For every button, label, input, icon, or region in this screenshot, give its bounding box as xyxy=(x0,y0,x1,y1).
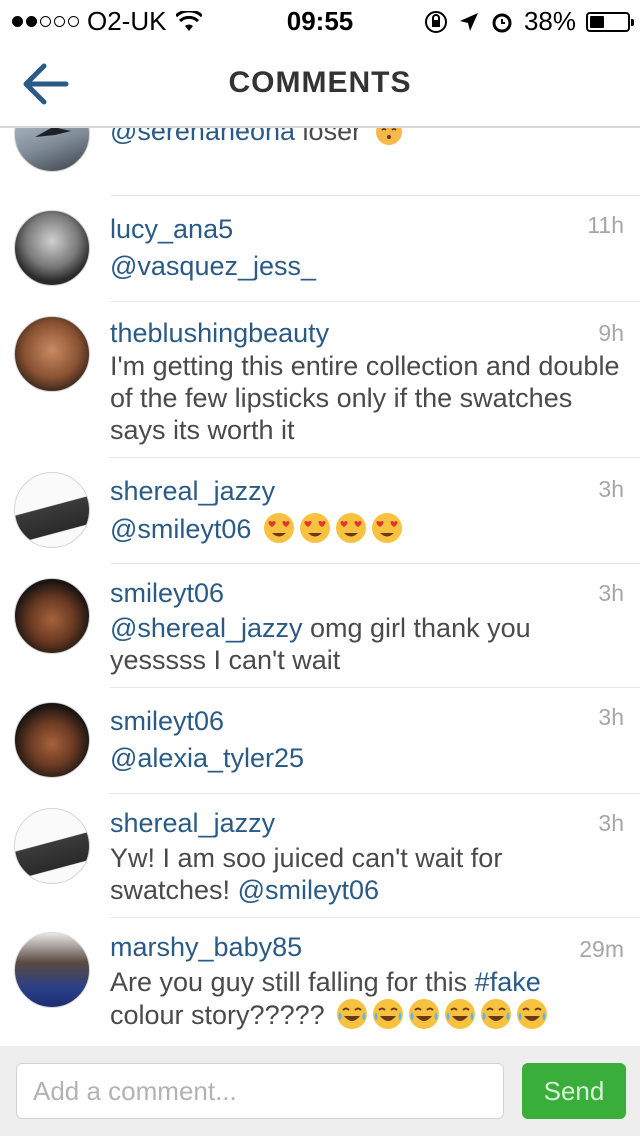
comment-username[interactable]: smileyt06 xyxy=(110,706,224,737)
comment-text: @smileyt06 xyxy=(110,512,620,545)
comment-row: theblushingbeauty 9h I'm getting this en… xyxy=(0,302,640,458)
heart-eyes-emoji-icon xyxy=(371,513,402,543)
hashtag-link[interactable]: #fake xyxy=(475,967,541,997)
mention-link[interactable]: @vasquez_jess_ xyxy=(110,251,316,281)
mention-link[interactable]: @shereal_jazzy xyxy=(110,613,303,643)
comment-row: smileyt06 3h @shereal_jazzy omg girl tha… xyxy=(0,564,640,688)
avatar[interactable] xyxy=(14,128,90,172)
comment-time: 3h xyxy=(598,580,624,606)
comment-text-segment: loser xyxy=(295,128,369,146)
heart-eyes-emoji-icon xyxy=(263,513,294,543)
status-bar: O2-UK 09:55 38% xyxy=(0,0,640,40)
avatar[interactable] xyxy=(14,316,90,392)
avatar[interactable] xyxy=(14,472,90,548)
comment-text: @shereal_jazzy omg girl thank you yessss… xyxy=(110,612,620,676)
rotation-lock-icon xyxy=(424,10,447,33)
comment-username[interactable]: lucy_ana5 xyxy=(110,214,233,245)
tears-of-joy-emoji-icon xyxy=(481,999,512,1029)
comment-text-segment: Are you guy still falling for this xyxy=(110,967,475,997)
comment-row: smileyt06 3h @alexia_tyler25 xyxy=(0,688,640,794)
avatar[interactable] xyxy=(14,578,90,654)
comment-time: 3h xyxy=(598,476,624,502)
comment-time: 3h xyxy=(598,810,624,836)
battery-icon xyxy=(586,11,634,32)
comment-username[interactable]: marshy_baby85 xyxy=(110,932,302,963)
mention-link[interactable]: @alexia_tyler25 xyxy=(110,743,304,773)
tears-of-joy-emoji-icon xyxy=(409,999,440,1029)
avatar[interactable] xyxy=(14,210,90,286)
comment-composer: Send xyxy=(0,1046,640,1136)
tears-of-joy-emoji-icon xyxy=(517,999,548,1029)
comment-time: 11h xyxy=(587,212,624,238)
comment-row: shereal_jazzy 3h Yw! I am soo juiced can… xyxy=(0,794,640,918)
comment-text: @serenaneona loser xyxy=(110,128,620,147)
comment-row: naturesbeauties @serenaneona loser xyxy=(0,128,640,196)
status-icons: 38% xyxy=(424,6,634,37)
mention-link[interactable]: @smileyt06 xyxy=(238,875,379,905)
comment-username[interactable]: shereal_jazzy xyxy=(110,476,275,507)
kissing-cat-emoji-icon xyxy=(375,128,402,145)
comment-row: shereal_jazzy 3h @smileyt06 xyxy=(0,458,640,564)
avatar[interactable] xyxy=(14,702,90,778)
comment-text: I'm getting this entire collection and d… xyxy=(110,350,620,446)
comment-text: @alexia_tyler25 xyxy=(110,742,620,774)
comment-text: @vasquez_jess_ xyxy=(110,250,620,282)
page-title: COMMENTS xyxy=(228,66,412,99)
mention-link[interactable]: @smileyt06 xyxy=(110,514,251,544)
comment-input[interactable] xyxy=(16,1063,504,1119)
avatar[interactable] xyxy=(14,808,90,884)
navigation-bar: COMMENTS xyxy=(0,40,640,128)
tears-of-joy-emoji-icon xyxy=(337,999,368,1029)
heart-eyes-emoji-icon xyxy=(299,513,330,543)
send-button[interactable]: Send xyxy=(522,1063,626,1119)
comment-text-segment: I'm getting this entire collection and d… xyxy=(110,351,620,445)
comment-time: 29m xyxy=(579,936,624,962)
mention-link[interactable]: @serenaneona xyxy=(110,128,295,146)
comment-row: marshy_baby85 29m Are you guy still fall… xyxy=(0,918,640,1046)
comment-time: 9h xyxy=(598,320,624,346)
tears-of-joy-emoji-icon xyxy=(445,999,476,1029)
avatar[interactable] xyxy=(14,932,90,1008)
comment-list[interactable]: naturesbeauties @serenaneona loser lucy_… xyxy=(0,128,640,1046)
comment-username[interactable]: smileyt06 xyxy=(110,578,224,609)
alarm-icon xyxy=(492,13,512,32)
comment-text: Are you guy still falling for this #fake… xyxy=(110,966,620,1031)
battery-percent: 38% xyxy=(523,6,576,36)
comment-username[interactable]: shereal_jazzy xyxy=(110,808,275,839)
comment-username[interactable]: theblushingbeauty xyxy=(110,318,329,349)
comment-row: lucy_ana5 11h @vasquez_jess_ xyxy=(0,196,640,302)
comment-text-segment: colour story????? xyxy=(110,1000,333,1030)
comment-time: 3h xyxy=(598,704,624,730)
location-arrow-icon xyxy=(459,12,478,31)
comment-text-segment xyxy=(251,514,259,544)
comment-text: Yw! I am soo juiced can't wait for swatc… xyxy=(110,842,620,906)
heart-eyes-emoji-icon xyxy=(335,513,366,543)
tears-of-joy-emoji-icon xyxy=(373,999,404,1029)
